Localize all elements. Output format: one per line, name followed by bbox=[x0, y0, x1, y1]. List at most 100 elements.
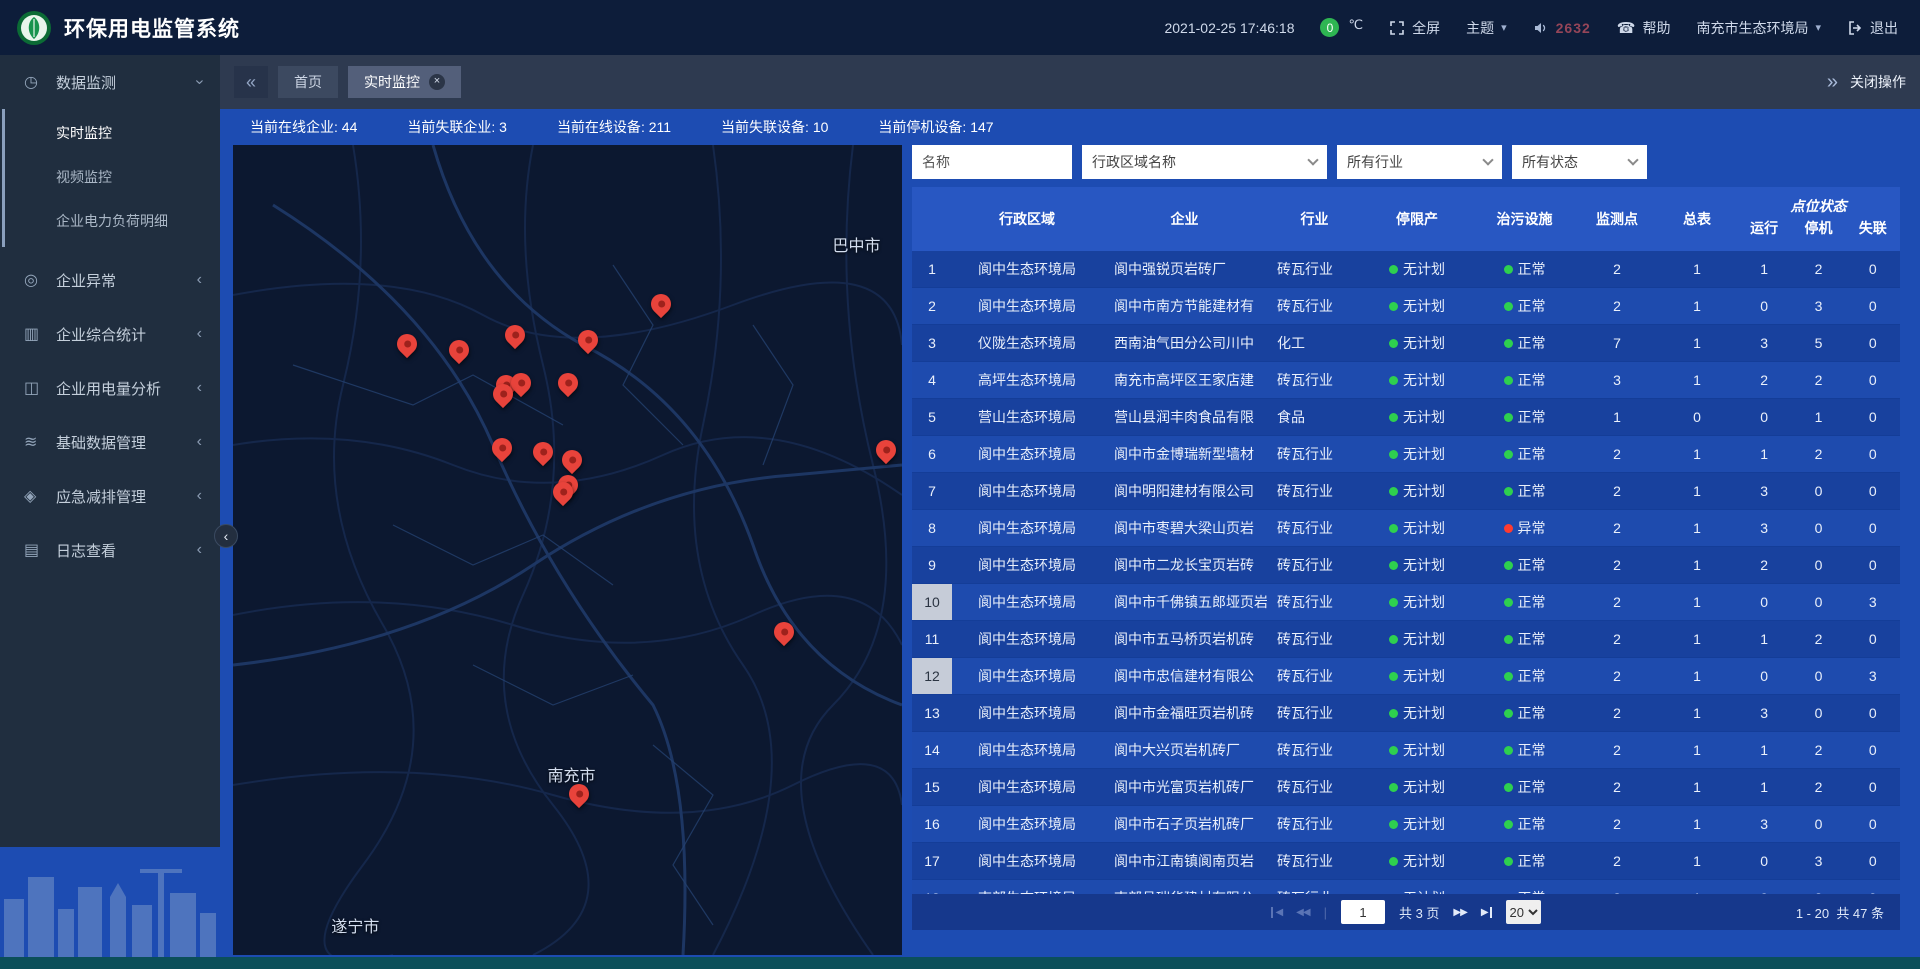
sidebar-subitem-0-0[interactable]: 实时监控 bbox=[0, 111, 220, 155]
cell-run: 1 bbox=[1737, 732, 1791, 768]
page-last-button[interactable]: ▶ bbox=[1481, 907, 1492, 918]
limit-status-dot bbox=[1389, 339, 1398, 348]
cell-run: 3 bbox=[1737, 473, 1791, 509]
alert-icon: ◎ bbox=[24, 270, 46, 290]
brand: 环保用电监管系统 bbox=[0, 10, 420, 46]
cell-region: 阆中生态环境局 bbox=[952, 621, 1102, 657]
bottom-strip bbox=[0, 957, 1920, 969]
cell-company: 阆中强锐页岩砖厂 bbox=[1102, 251, 1267, 287]
sidebar-item-label: 企业异常 bbox=[56, 270, 197, 291]
sidebar-subitem-0-1[interactable]: 视频监控 bbox=[0, 155, 220, 199]
header-stop: 停机 bbox=[1791, 218, 1845, 248]
cell-region: 高坪生态环境局 bbox=[952, 362, 1102, 398]
table-row[interactable]: 7 阆中生态环境局 阆中明阳建材有限公司 砖瓦行业 无计划 正常 2 1 3 0… bbox=[912, 473, 1900, 510]
limit-status-dot bbox=[1389, 487, 1398, 496]
table-row[interactable]: 14 阆中生态环境局 阆中大兴页岩机砖厂 砖瓦行业 无计划 正常 2 1 1 2… bbox=[912, 732, 1900, 769]
sidebar: ◷ 数据监测 ‹ 实时监控视频监控企业电力负荷明细 ◎ 企业异常 ‹ ▥ 企业综… bbox=[0, 55, 220, 847]
table-row[interactable]: 15 阆中生态环境局 阆中市光富页岩机砖厂 砖瓦行业 无计划 正常 2 1 1 … bbox=[912, 769, 1900, 806]
page-size-select[interactable]: 20 bbox=[1506, 900, 1541, 924]
table-row[interactable]: 2 阆中生态环境局 阆中市南方节能建材有 砖瓦行业 无计划 正常 2 1 0 3… bbox=[912, 288, 1900, 325]
cell-run: 3 bbox=[1737, 510, 1791, 546]
page-number-input[interactable] bbox=[1341, 900, 1385, 924]
table-row[interactable]: 10 阆中生态环境局 阆中市千佛镇五郎垭页岩 砖瓦行业 无计划 正常 2 1 0… bbox=[912, 584, 1900, 621]
industry-filter-select[interactable]: 所有行业 bbox=[1337, 145, 1502, 179]
cell-industry: 食品 bbox=[1267, 399, 1362, 435]
map-city-label: 巴中市 bbox=[832, 232, 880, 256]
sidebar-item-0[interactable]: ◷ 数据监测 ‹ bbox=[0, 55, 220, 109]
stat-value: 147 bbox=[970, 119, 993, 135]
sidebar-item-5[interactable]: ◈ 应急减排管理 ‹ bbox=[0, 469, 220, 523]
name-filter-input[interactable] bbox=[912, 145, 1072, 179]
table-row[interactable]: 18 南部生态环境局 南部县瑞华建材有限公 砖瓦行业 无计划 正常 2 1 0 … bbox=[912, 880, 1900, 894]
cell-meter: 1 bbox=[1657, 288, 1737, 324]
facility-status-dot bbox=[1504, 820, 1513, 829]
table-row[interactable]: 16 阆中生态环境局 阆中市石子页岩机砖厂 砖瓦行业 无计划 正常 2 1 3 … bbox=[912, 806, 1900, 843]
table-row[interactable]: 6 阆中生态环境局 阆中市金博瑞新型墙材 砖瓦行业 无计划 正常 2 1 1 2… bbox=[912, 436, 1900, 473]
app-logo-icon bbox=[16, 10, 52, 46]
cell-company: 阆中市石子页岩机砖厂 bbox=[1102, 806, 1267, 842]
sidebar-menu: ◷ 数据监测 ‹ 实时监控视频监控企业电力负荷明细 ◎ 企业异常 ‹ ▥ 企业综… bbox=[0, 55, 220, 577]
cell-monitor: 2 bbox=[1577, 436, 1657, 472]
tab-close-icon[interactable]: × bbox=[429, 74, 445, 90]
table-row[interactable]: 11 阆中生态环境局 阆中市五马桥页岩机砖 砖瓦行业 无计划 正常 2 1 1 … bbox=[912, 621, 1900, 658]
logout-button[interactable]: 退出 bbox=[1847, 18, 1898, 38]
sidebar-subitem-0-2[interactable]: 企业电力负荷明细 bbox=[0, 199, 220, 243]
sidebar-item-2[interactable]: ▥ 企业综合统计 ‹ bbox=[0, 307, 220, 361]
facility-status-dot bbox=[1504, 450, 1513, 459]
table-row[interactable]: 17 阆中生态环境局 阆中市江南镇阆南页岩 砖瓦行业 无计划 正常 2 1 0 … bbox=[912, 843, 1900, 880]
tabs-scroll-left-button[interactable]: « bbox=[234, 66, 268, 98]
cell-stop: 3 bbox=[1791, 843, 1845, 879]
cell-monitor: 2 bbox=[1577, 880, 1657, 894]
sidebar-item-3[interactable]: ◫ 企业用电量分析 ‹ bbox=[0, 361, 220, 415]
tabs-scroll-right-button[interactable]: » bbox=[1827, 71, 1838, 94]
page-prev-button[interactable]: ◀◀ bbox=[1296, 907, 1309, 918]
fullscreen-icon bbox=[1389, 20, 1405, 36]
header-index bbox=[912, 187, 952, 251]
tab-home[interactable]: 首页 bbox=[278, 66, 338, 98]
cell-run: 1 bbox=[1737, 769, 1791, 805]
cell-industry: 砖瓦行业 bbox=[1267, 251, 1362, 287]
sidebar-item-4[interactable]: ≋ 基础数据管理 ‹ bbox=[0, 415, 220, 469]
page-first-button[interactable]: ◀ bbox=[1271, 907, 1282, 918]
table-row[interactable]: 1 阆中生态环境局 阆中强锐页岩砖厂 砖瓦行业 无计划 正常 2 1 1 2 0 bbox=[912, 251, 1900, 288]
fullscreen-button[interactable]: 全屏 bbox=[1389, 18, 1440, 38]
table-row[interactable]: 13 阆中生态环境局 阆中市金福旺页岩机砖 砖瓦行业 无计划 正常 2 1 3 … bbox=[912, 695, 1900, 732]
cell-run: 2 bbox=[1737, 547, 1791, 583]
cell-monitor: 2 bbox=[1577, 584, 1657, 620]
org-menu[interactable]: 南充市生态环境局 ▾ bbox=[1696, 18, 1821, 38]
help-button[interactable]: ☎ 帮助 bbox=[1617, 18, 1671, 38]
table-row[interactable]: 9 阆中生态环境局 阆中市二龙长宝页岩砖 砖瓦行业 无计划 正常 2 1 2 0… bbox=[912, 547, 1900, 584]
sidebar-item-1[interactable]: ◎ 企业异常 ‹ bbox=[0, 253, 220, 307]
status-filter-select[interactable]: 所有状态 bbox=[1512, 145, 1647, 179]
cell-industry: 砖瓦行业 bbox=[1267, 843, 1362, 879]
header-limit: 停限产 bbox=[1362, 187, 1472, 251]
notice-button[interactable]: 2632 bbox=[1533, 20, 1591, 36]
theme-menu[interactable]: 主题 ▾ bbox=[1466, 18, 1507, 38]
cell-limit: 无计划 bbox=[1362, 251, 1472, 287]
sidebar-item-label: 应急减排管理 bbox=[56, 486, 197, 507]
facility-status-dot bbox=[1504, 857, 1513, 866]
cell-monitor: 2 bbox=[1577, 288, 1657, 324]
close-operations-button[interactable]: 关闭操作 bbox=[1850, 72, 1906, 92]
table-row[interactable]: 5 营山生态环境局 营山县润丰肉食品有限 食品 无计划 正常 1 0 0 1 0 bbox=[912, 399, 1900, 436]
table-row[interactable]: 3 仪陇生态环境局 西南油气田分公司川中 化工 无计划 正常 7 1 3 5 0 bbox=[912, 325, 1900, 362]
region-filter-select[interactable]: 行政区域名称 bbox=[1082, 145, 1327, 179]
table-row[interactable]: 8 阆中生态环境局 阆中市枣碧大梁山页岩 砖瓦行业 无计划 异常 2 1 3 0… bbox=[912, 510, 1900, 547]
cell-region: 阆中生态环境局 bbox=[952, 436, 1102, 472]
cell-run: 0 bbox=[1737, 880, 1791, 894]
map[interactable]: 巴中市南充市遂宁市 bbox=[233, 145, 902, 955]
cell-industry: 化工 bbox=[1267, 325, 1362, 361]
tab-realtime-monitor[interactable]: 实时监控 × bbox=[348, 66, 461, 98]
logout-icon bbox=[1847, 20, 1863, 36]
cell-monitor: 2 bbox=[1577, 658, 1657, 694]
page-next-button[interactable]: ▶▶ bbox=[1453, 907, 1466, 918]
cell-industry: 砖瓦行业 bbox=[1267, 621, 1362, 657]
map-collapse-button[interactable]: ‹ bbox=[214, 524, 238, 548]
cell-facility: 正常 bbox=[1472, 621, 1577, 657]
table-row[interactable]: 4 高坪生态环境局 南充市高坪区王家店建 砖瓦行业 无计划 正常 3 1 2 2… bbox=[912, 362, 1900, 399]
sidebar-item-6[interactable]: ▤ 日志查看 ‹ bbox=[0, 523, 220, 577]
cell-company: 阆中市忠信建材有限公 bbox=[1102, 658, 1267, 694]
cell-index: 15 bbox=[912, 769, 952, 805]
table-row[interactable]: 12 阆中生态环境局 阆中市忠信建材有限公 砖瓦行业 无计划 正常 2 1 0 … bbox=[912, 658, 1900, 695]
cell-meter: 1 bbox=[1657, 843, 1737, 879]
